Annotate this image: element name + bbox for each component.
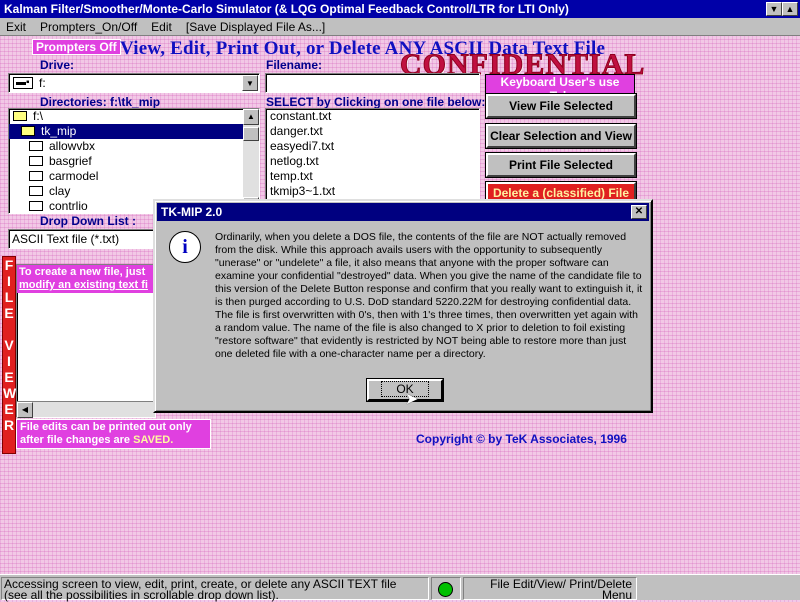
- menu-edit[interactable]: Edit: [151, 20, 172, 35]
- dir-label: clay: [49, 184, 71, 198]
- strip-letter: I: [7, 273, 11, 289]
- strip-letter: L: [4, 289, 14, 305]
- file-viewer-strip: F I L E V I E W E R: [2, 256, 16, 454]
- file-viewer-textarea[interactable]: To create a new file, just modify an exi…: [16, 264, 156, 418]
- dialog-title: TK-MIP 2.0: [161, 205, 223, 219]
- file-row[interactable]: danger.txt: [266, 124, 479, 139]
- status-line: (see all the possibilities in scrollable…: [4, 588, 279, 602]
- strip-letter: E: [4, 305, 14, 321]
- create-note-line: To create a new file, just: [19, 266, 146, 278]
- dir-row-clay[interactable]: clay: [9, 184, 259, 199]
- dir-row-allowvbx[interactable]: allowvbx: [9, 139, 259, 154]
- status-indicator-panel: [431, 577, 461, 600]
- status-message: Accessing screen to view, edit, print, c…: [1, 577, 429, 602]
- mouse-cursor-icon: ➤: [405, 391, 419, 408]
- window-title-bar: Kalman Filter/Smoother/Monte-Carlo Simul…: [0, 0, 800, 18]
- close-icon[interactable]: ✕: [631, 205, 647, 219]
- dropdown-list-label: Drop Down List :: [40, 214, 136, 228]
- create-note: To create a new file, just modify an exi…: [17, 265, 155, 293]
- strip-letter: E: [4, 369, 14, 385]
- dir-label: f:\: [33, 109, 44, 123]
- strip-letter: E: [4, 401, 14, 417]
- dir-row-carmodel[interactable]: carmodel: [9, 169, 259, 184]
- print-note-line: after file changes are: [20, 434, 134, 446]
- status-bar: Accessing screen to view, edit, print, c…: [0, 574, 800, 602]
- strip-letter: I: [7, 353, 11, 369]
- file-list[interactable]: constant.txt danger.txt easyedi7.txt net…: [265, 108, 480, 200]
- folder-icon: [29, 186, 43, 196]
- strip-letter: R: [3, 417, 15, 433]
- scroll-up-icon[interactable]: ▲: [243, 109, 259, 125]
- dir-row-basgrief[interactable]: basgrief: [9, 154, 259, 169]
- minimize-button[interactable]: ▼: [766, 2, 782, 16]
- file-row[interactable]: temp.txt: [266, 169, 479, 184]
- dir-label: basgrief: [49, 154, 92, 168]
- folder-icon: [29, 171, 43, 181]
- dir-row-tk-mip[interactable]: tk_mip: [9, 124, 259, 139]
- menu-save-as[interactable]: [Save Displayed File As...]: [186, 20, 325, 35]
- drive-value: f:: [39, 76, 46, 90]
- strip-letter: W: [3, 385, 17, 401]
- folder-open-icon: [21, 126, 35, 136]
- prompters-badge[interactable]: Prompters Off: [32, 39, 121, 55]
- saved-highlight: SAVED.: [133, 434, 174, 446]
- menu-exit[interactable]: Exit: [6, 20, 26, 35]
- dir-label: allowvbx: [49, 139, 96, 153]
- dialog-title-bar: TK-MIP 2.0 ✕: [157, 203, 649, 221]
- status-context: File Edit/View/ Print/Delete Menu: [463, 577, 637, 602]
- strip-letter: V: [4, 337, 14, 353]
- drive-label: Drive:: [40, 58, 75, 72]
- file-row[interactable]: easyedi7.txt: [266, 139, 479, 154]
- clear-selection-button[interactable]: Clear Selection and View: [485, 123, 637, 149]
- dir-label: carmodel: [49, 169, 99, 183]
- dir-row-root[interactable]: f:\: [9, 109, 259, 124]
- scroll-left-icon[interactable]: ◀: [17, 402, 33, 418]
- file-row[interactable]: tkmip3~1.txt: [266, 184, 479, 199]
- filename-input[interactable]: [265, 73, 480, 93]
- status-light-icon: [438, 582, 453, 597]
- file-type-value: ASCII Text file (*.txt): [12, 232, 120, 246]
- dir-label: tk_mip: [41, 124, 77, 138]
- info-icon: i: [169, 231, 201, 263]
- print-file-button[interactable]: Print File Selected: [485, 152, 637, 178]
- filename-label: Filename:: [266, 58, 323, 72]
- menu-prompters[interactable]: Prompters_On/Off: [40, 20, 137, 35]
- print-note: File edits can be printed out only after…: [16, 419, 211, 449]
- viewer-hscrollbar[interactable]: ◀: [17, 401, 155, 418]
- file-row[interactable]: netlog.txt: [266, 154, 479, 169]
- drive-select[interactable]: ▬▪ f: ▼: [8, 73, 260, 93]
- folder-icon: [29, 201, 43, 211]
- directories-scrollbar[interactable]: ▲ ▼: [243, 109, 259, 213]
- window-title: Kalman Filter/Smoother/Monte-Carlo Simul…: [4, 2, 569, 16]
- scroll-thumb[interactable]: [243, 127, 259, 141]
- select-file-label: SELECT by Clicking on one file below:: [266, 95, 486, 109]
- print-note-line: File edits can be printed out only: [20, 421, 192, 433]
- create-note-line: modify an existing text fi: [19, 279, 148, 291]
- view-file-button[interactable]: View File Selected: [485, 93, 637, 119]
- strip-letter: F: [4, 257, 14, 273]
- dialog-message: Ordinarily, when you delete a DOS file, …: [215, 231, 643, 360]
- folder-open-icon: [13, 111, 27, 121]
- folder-icon: [29, 141, 43, 151]
- file-row[interactable]: constant.txt: [266, 109, 479, 124]
- directories-label: Directories: f:\tk_mip: [40, 95, 161, 109]
- strip-letter: [3, 321, 15, 337]
- menu-bar: Exit Prompters_On/Off Edit [Save Display…: [0, 18, 800, 36]
- dir-label: contrlio: [49, 199, 88, 213]
- status-context-line: Menu: [601, 588, 632, 602]
- warning-dialog: TK-MIP 2.0 ✕ i Ordinarily, when you dele…: [153, 199, 653, 413]
- copyright: Copyright © by TeK Associates, 1996: [416, 432, 627, 446]
- file-type-select[interactable]: ASCII Text file (*.txt): [8, 229, 158, 249]
- chevron-down-icon[interactable]: ▼: [242, 75, 258, 91]
- drive-icon: ▬▪: [13, 77, 33, 89]
- maximize-button[interactable]: ▲: [782, 2, 798, 16]
- folder-icon: [29, 156, 43, 166]
